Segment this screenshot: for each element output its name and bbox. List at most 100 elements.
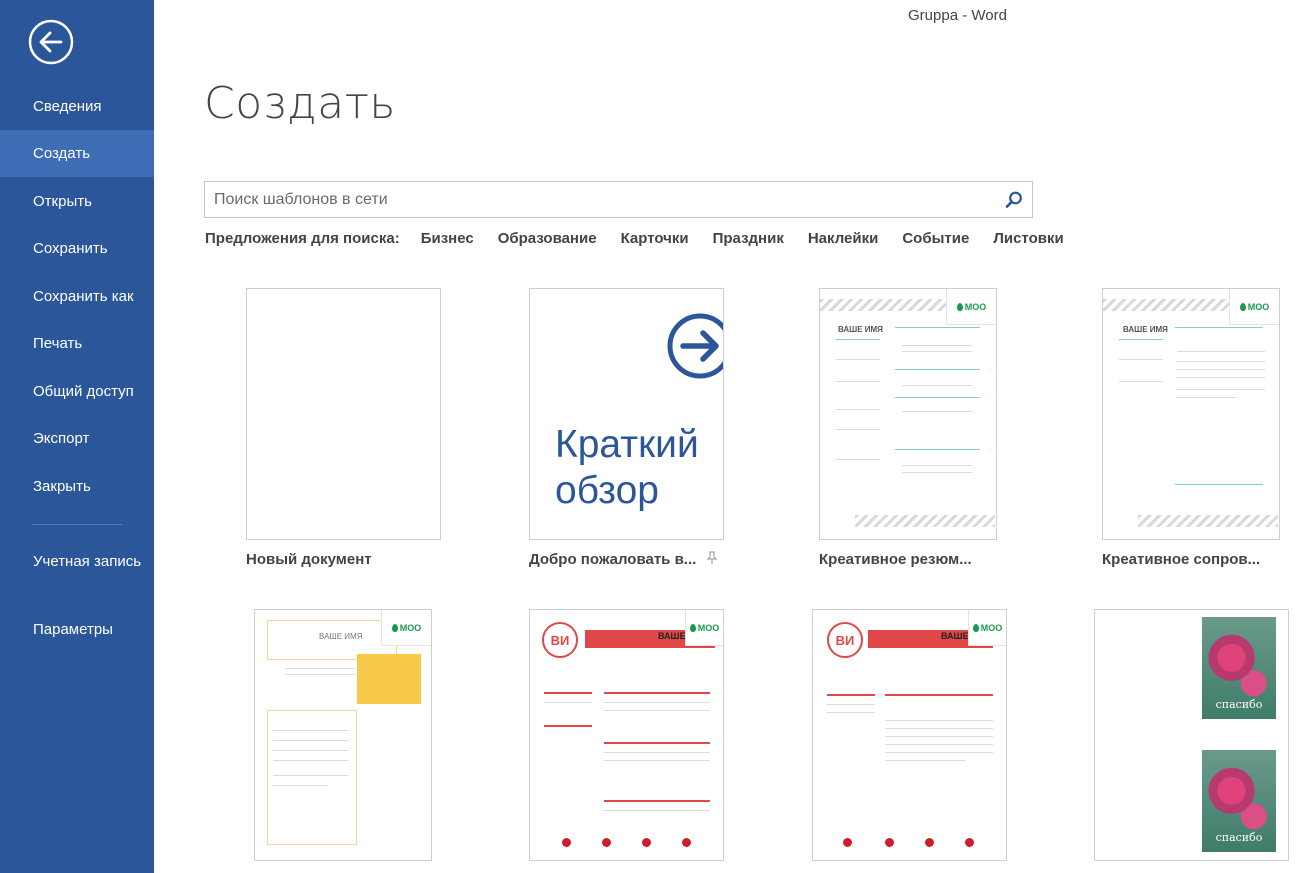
section-rule bbox=[604, 742, 710, 744]
sidebar-item-account[interactable]: Учетная запись bbox=[33, 551, 143, 572]
contact-icon bbox=[843, 838, 852, 847]
text-line bbox=[902, 385, 972, 386]
moo-logo: MOO bbox=[946, 289, 996, 325]
suggestion-link[interactable]: Бизнес bbox=[421, 230, 474, 250]
section-rule bbox=[885, 694, 993, 696]
text-line bbox=[604, 710, 710, 711]
search-input[interactable] bbox=[205, 182, 985, 217]
rule bbox=[836, 339, 880, 340]
resume-name: ВАШЕ ИМЯ bbox=[838, 325, 883, 334]
section-rule bbox=[604, 692, 710, 694]
sidebar-item-save-as[interactable]: Сохранить как bbox=[0, 273, 154, 320]
template-label[interactable]: Креативное сопров... bbox=[1102, 551, 1260, 568]
moo-logo: MOO bbox=[685, 610, 723, 646]
template-thumb-cover-letter[interactable]: MOO ВАШЕ ИМЯ bbox=[1102, 288, 1280, 540]
flower-photo: спасибо bbox=[1202, 617, 1276, 719]
template-thumb-red-cover[interactable]: ВАШЕ ВИ MOO bbox=[812, 609, 1007, 861]
template-label[interactable]: Добро пожаловать в... bbox=[529, 551, 696, 568]
suggestion-link[interactable]: Карточки bbox=[621, 230, 689, 250]
suggestion-link[interactable]: Образование bbox=[498, 230, 597, 250]
text-line bbox=[836, 459, 880, 460]
sidebar-item-label: Создать bbox=[33, 145, 91, 162]
suggestion-link[interactable]: Наклейки bbox=[808, 230, 879, 250]
template-thumb-resume[interactable]: MOO ВАШЕ ИМЯ bbox=[819, 288, 997, 540]
text-line bbox=[285, 668, 355, 669]
rule bbox=[895, 327, 980, 328]
moo-logo: MOO bbox=[1229, 289, 1279, 325]
sidebar-item-open[interactable]: Открыть bbox=[0, 178, 154, 225]
text-line bbox=[604, 752, 710, 753]
text-line bbox=[885, 728, 993, 729]
search-icon[interactable] bbox=[1004, 190, 1024, 210]
red-resume-name: ВАШЕ bbox=[658, 631, 686, 641]
yellow-block bbox=[357, 654, 421, 704]
decor-hatch bbox=[1138, 515, 1278, 527]
contact-icon bbox=[925, 838, 934, 847]
sidebar-item-save[interactable]: Сохранить bbox=[0, 225, 154, 272]
sidebar-item-new[interactable]: Создать bbox=[0, 130, 154, 177]
text-line bbox=[273, 730, 348, 731]
decor-hatch bbox=[820, 299, 960, 311]
section-rule bbox=[604, 800, 710, 802]
template-thumb-blank[interactable] bbox=[246, 288, 441, 540]
text-line bbox=[902, 411, 972, 412]
text-line bbox=[273, 775, 348, 776]
text-line bbox=[1177, 377, 1265, 378]
sidebar-item-label: Параметры bbox=[33, 621, 113, 638]
text-line bbox=[1177, 361, 1265, 362]
suggestion-link[interactable]: Событие bbox=[902, 230, 969, 250]
tour-thumb-text: Краткий обзор bbox=[555, 422, 699, 514]
sidebar-item-print[interactable]: Печать bbox=[0, 320, 154, 367]
yellow-resume-name: ВАШЕ ИМЯ bbox=[319, 632, 363, 641]
sidebar-item-label: Сведения bbox=[33, 98, 102, 115]
sidebar-item-export[interactable]: Экспорт bbox=[0, 415, 154, 462]
text-line bbox=[827, 704, 875, 705]
text-line bbox=[885, 760, 965, 761]
initials-badge: ВИ bbox=[542, 622, 578, 658]
text-line bbox=[902, 345, 972, 346]
template-thumb-thank-you-card[interactable]: спасибо спасибо bbox=[1094, 609, 1289, 861]
template-thumb-yellow-resume[interactable]: ВАШЕ ИМЯ MOO bbox=[254, 609, 432, 861]
moo-logo: MOO bbox=[968, 610, 1006, 646]
tour-thumb-line: обзор bbox=[555, 469, 659, 512]
moo-brand: MOO bbox=[964, 301, 987, 312]
template-label[interactable]: Креативное резюм... bbox=[819, 551, 972, 568]
moo-logo: MOO bbox=[381, 610, 431, 646]
text-line bbox=[1119, 381, 1163, 382]
text-line bbox=[885, 736, 993, 737]
text-line bbox=[604, 760, 710, 761]
contact-icon bbox=[682, 838, 691, 847]
text-line bbox=[902, 465, 972, 466]
section-rule bbox=[827, 694, 875, 696]
sidebar-item-label: Сохранить как bbox=[33, 288, 134, 305]
text-line bbox=[902, 351, 972, 352]
section-rule bbox=[544, 725, 592, 727]
contact-icon bbox=[642, 838, 651, 847]
sidebar-item-close[interactable]: Закрыть bbox=[0, 463, 154, 510]
rule bbox=[1175, 327, 1263, 328]
text-line bbox=[1177, 369, 1265, 370]
text-line bbox=[285, 674, 355, 675]
sidebar-item-info[interactable]: Сведения bbox=[0, 83, 154, 130]
text-line bbox=[836, 409, 880, 410]
text-line bbox=[836, 429, 880, 430]
template-thumb-tour[interactable]: Краткий обзор bbox=[529, 288, 724, 540]
template-thumb-red-resume[interactable]: ВАШЕ ВИ MOO bbox=[529, 609, 724, 861]
suggestion-link[interactable]: Листовки bbox=[993, 230, 1063, 250]
red-cover-name: ВАШЕ bbox=[941, 631, 969, 641]
template-search-box bbox=[204, 181, 1033, 218]
sidebar-item-options[interactable]: Параметры bbox=[0, 606, 154, 653]
cover-letter-name: ВАШЕ ИМЯ bbox=[1123, 325, 1168, 334]
text-line bbox=[836, 359, 880, 360]
backstage-sidebar: Сведения Создать Открыть Сохранить Сохра… bbox=[0, 0, 154, 873]
template-label[interactable]: Новый документ bbox=[246, 551, 372, 568]
search-suggestions: Предложения для поиска: Бизнес Образован… bbox=[205, 230, 1088, 250]
card-text: спасибо bbox=[1215, 698, 1263, 711]
pin-icon[interactable] bbox=[706, 551, 718, 565]
contact-icon bbox=[885, 838, 894, 847]
moo-brand: MOO bbox=[1247, 301, 1270, 312]
back-arrow-icon[interactable] bbox=[28, 19, 74, 65]
sidebar-item-share[interactable]: Общий доступ bbox=[0, 368, 154, 415]
rule bbox=[895, 397, 980, 398]
suggestion-link[interactable]: Праздник bbox=[713, 230, 784, 250]
